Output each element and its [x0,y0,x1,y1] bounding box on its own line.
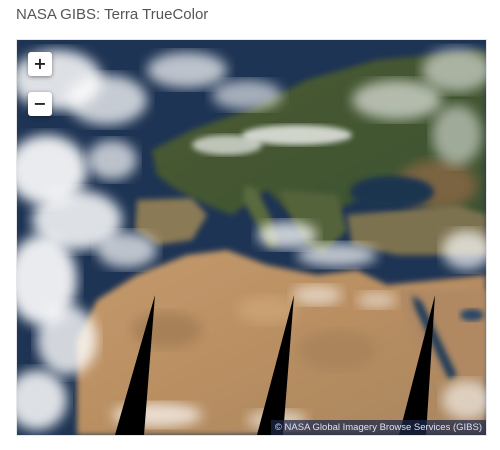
zoom-in-button[interactable]: + [28,52,52,76]
map-viewport[interactable]: + − © NASA Global Imagery Browse Service… [16,39,487,436]
page-title: NASA GIBS: Terra TrueColor [16,6,209,23]
map-attribution[interactable]: © NASA Global Imagery Browse Services (G… [270,420,486,435]
satellite-imagery [17,40,486,435]
zoom-out-button[interactable]: − [28,92,52,116]
black-sea [350,176,434,208]
